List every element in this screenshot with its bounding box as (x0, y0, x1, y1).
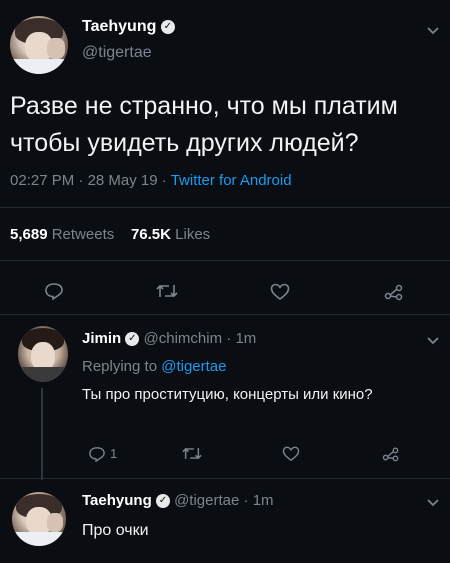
share-icon[interactable] (382, 446, 400, 462)
chevron-down-icon[interactable] (426, 26, 440, 36)
author-display-name[interactable]: Jimin (82, 330, 121, 347)
verified-badge-icon: ✓ (160, 19, 175, 34)
tweet-text-line: чтобы увидеть других людей? (10, 129, 359, 157)
tweet-meta: 02:27 PM · 28 May 19 · Twitter for Andro… (10, 172, 292, 189)
author-display-name[interactable]: Taehyung (82, 492, 152, 509)
divider (0, 260, 450, 261)
author-name-row: Taehyung ✓ (82, 18, 175, 36)
divider (0, 478, 450, 479)
chevron-down-icon[interactable] (426, 498, 440, 508)
tweet-text: Разве не странно, что мы платим чтобы ув… (10, 88, 398, 162)
author-handle[interactable]: @tigertae (82, 44, 152, 62)
avatar[interactable] (18, 326, 68, 382)
tweet-source-link[interactable]: Twitter for Android (171, 172, 292, 189)
avatar[interactable] (12, 492, 66, 546)
replying-to: Replying to @tigertae (82, 358, 227, 375)
tweet-time: 1m (235, 330, 257, 347)
reply-text: Про очки (82, 522, 149, 539)
reply-icon[interactable] (44, 282, 64, 300)
heart-icon[interactable] (282, 446, 300, 462)
author-handle[interactable]: @chimchim (144, 330, 223, 347)
author-display-name[interactable]: Taehyung (82, 18, 156, 35)
tweet-text-line: Разве не странно, что мы платим (10, 92, 398, 120)
reply-count: 1 (110, 446, 118, 461)
tweet-time: 02:27 PM (10, 172, 75, 189)
author-handle[interactable]: @tigertae (174, 492, 239, 509)
divider (0, 207, 450, 208)
retweet-icon[interactable] (182, 446, 202, 461)
likes-stat[interactable]: 76.5K Likes (131, 226, 210, 243)
verified-badge-icon: ✓ (155, 494, 170, 509)
divider (0, 314, 450, 315)
replying-to-handle[interactable]: @tigertae (161, 358, 226, 375)
tweet-stats: 5,689 Retweets 76.5K Likes (10, 226, 210, 243)
avatar[interactable] (10, 16, 68, 74)
chevron-down-icon[interactable] (426, 336, 440, 346)
thread-line (41, 388, 43, 480)
reply-icon[interactable] (88, 446, 106, 462)
reply-header: Taehyung ✓ @tigertae · 1m (82, 492, 274, 509)
heart-icon[interactable] (270, 283, 290, 301)
tweet-time: 1m (252, 492, 274, 509)
retweet-icon[interactable] (156, 283, 178, 299)
verified-badge-icon: ✓ (125, 332, 140, 347)
reply-text: Ты про проституцию, концерты или кино? (82, 386, 373, 403)
retweets-stat[interactable]: 5,689 Retweets (10, 226, 118, 243)
reply-header: Jimin ✓ @chimchim · 1m (82, 330, 257, 347)
share-icon[interactable] (384, 283, 404, 301)
tweet-date: 28 May 19 (87, 172, 158, 189)
